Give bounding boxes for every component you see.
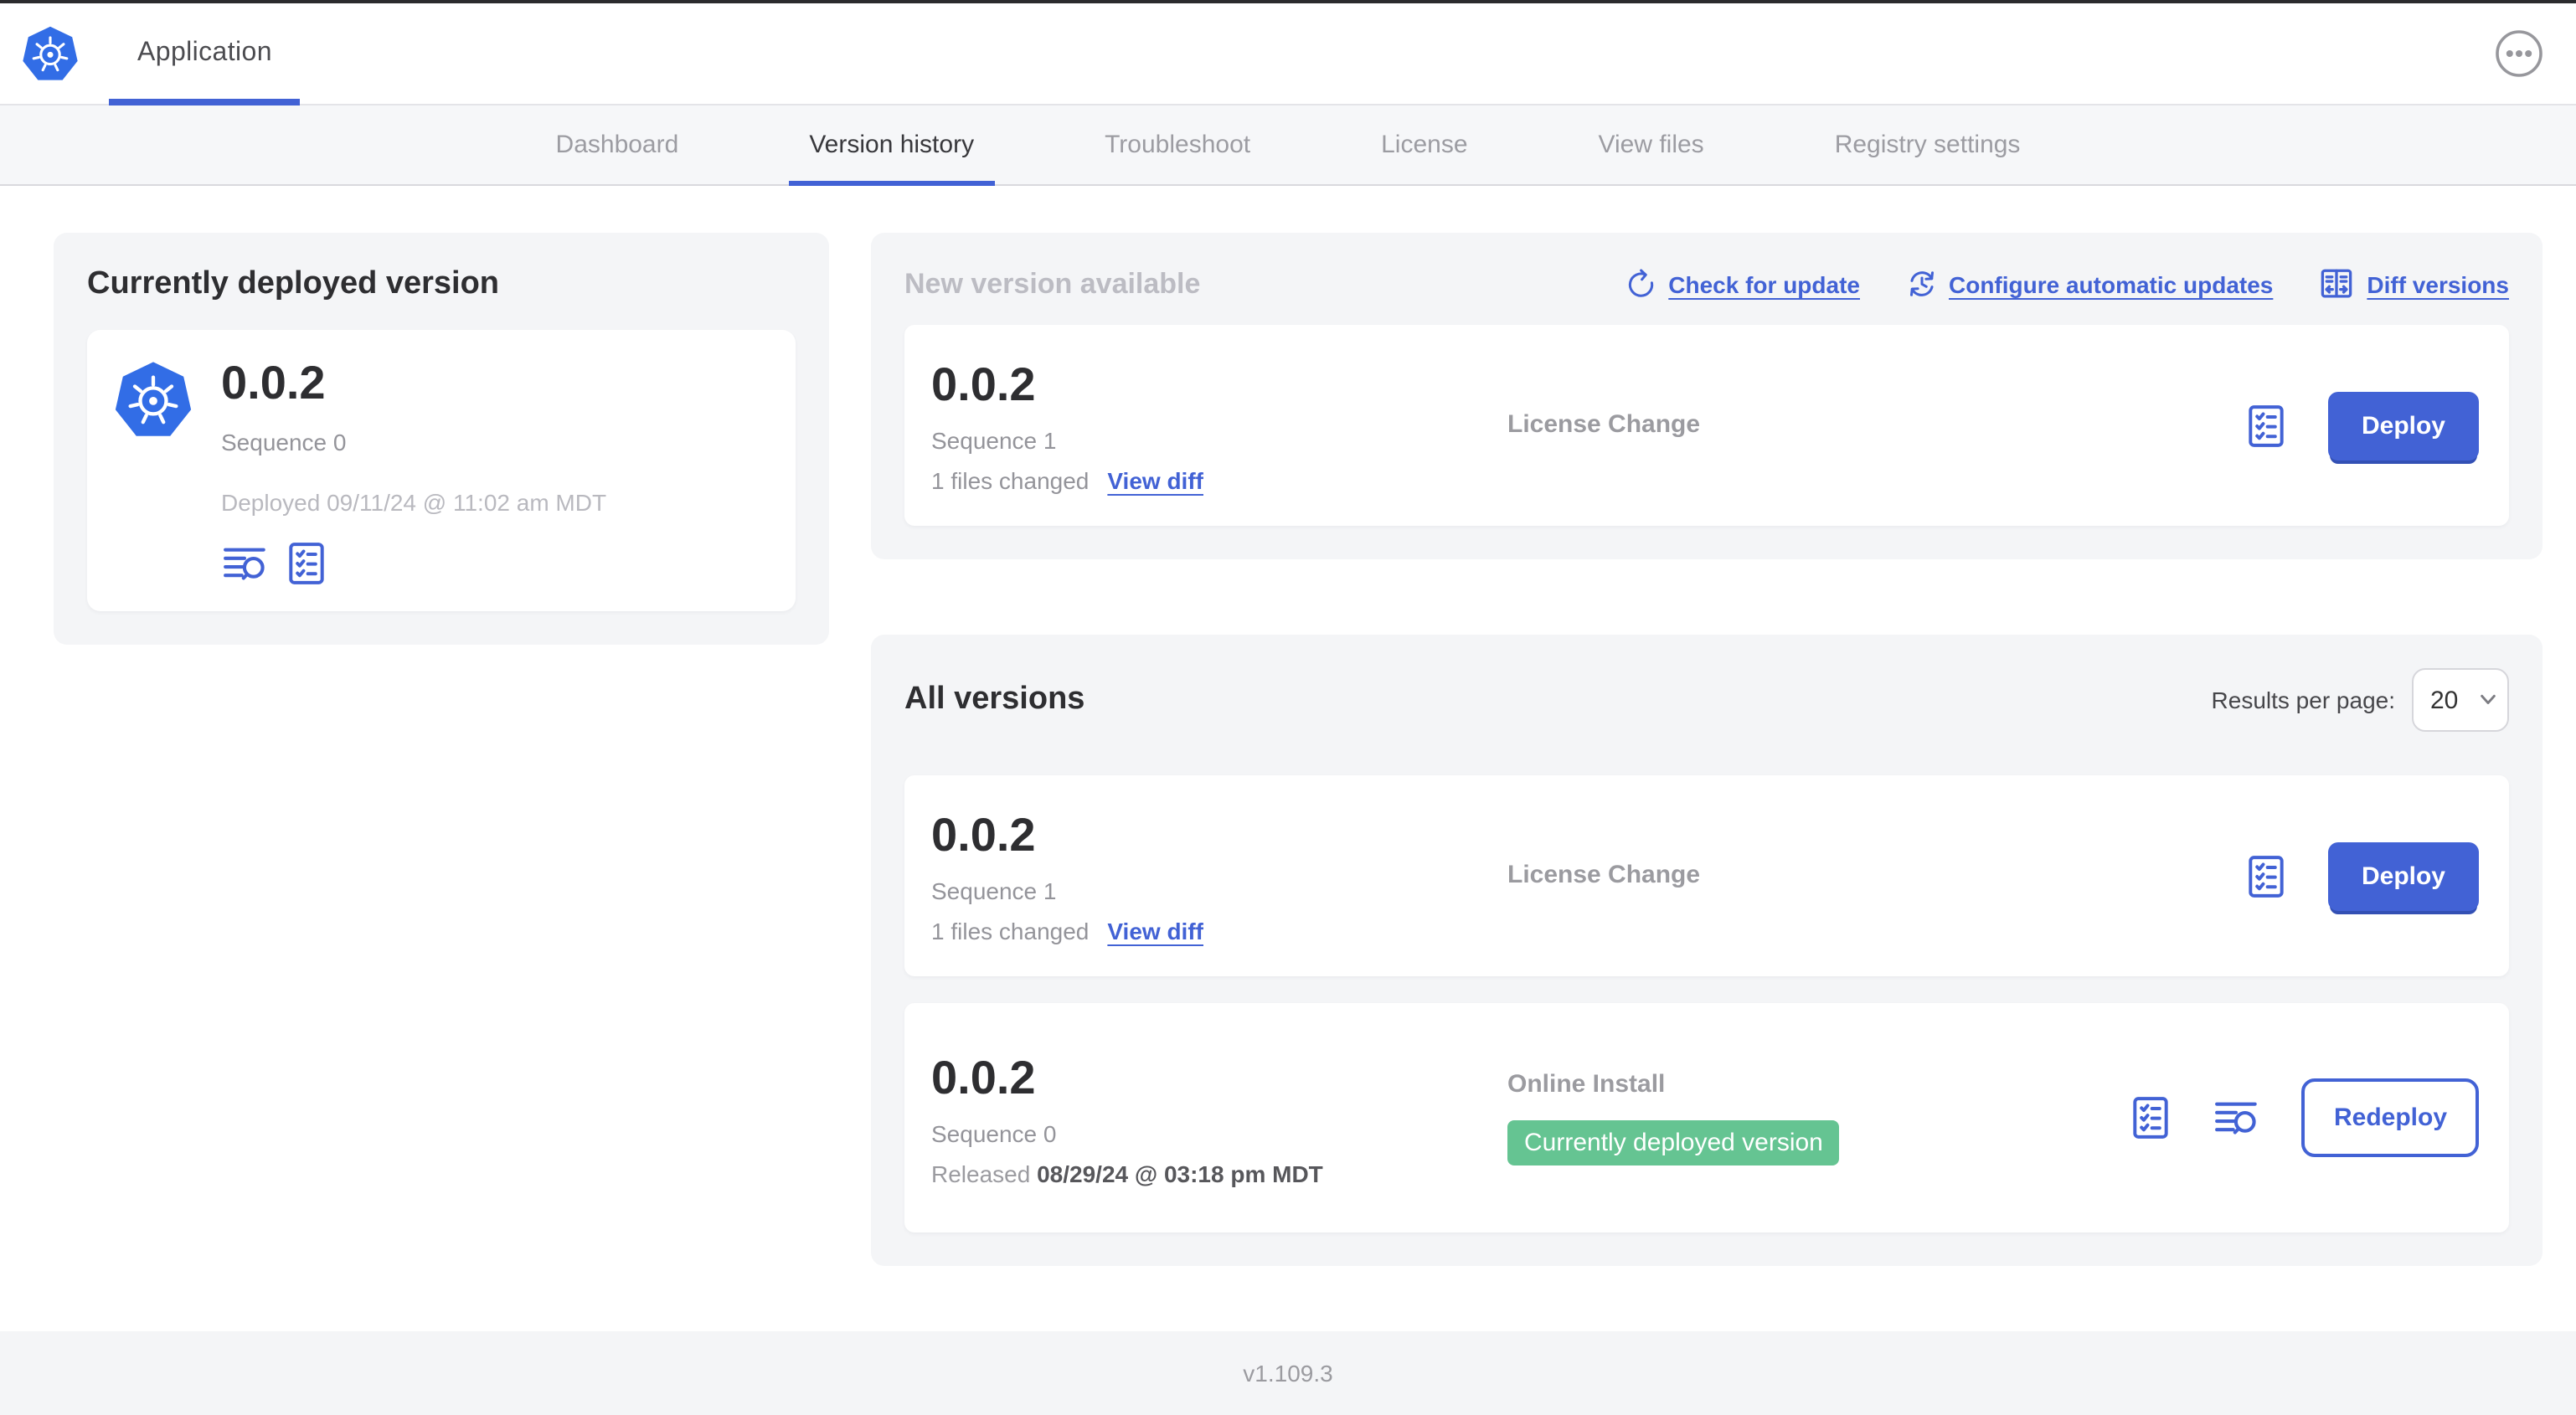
checklist-icon — [2249, 404, 2284, 446]
version-type-label: License Change — [1507, 410, 1701, 439]
kubernetes-app-icon — [115, 362, 192, 436]
tab-label: License — [1381, 131, 1468, 159]
version-type-label: License Change — [1507, 861, 1701, 889]
right-column: New version available Check for update C… — [871, 233, 2543, 1266]
check-for-update-label: Check for update — [1668, 270, 1860, 297]
new-version-card: 0.0.2 Sequence 1 1 files changed View di… — [904, 325, 2509, 526]
all-versions-header: All versions Results per page: 20 — [904, 668, 2509, 732]
diff-versions-label: Diff versions — [2367, 270, 2509, 297]
version-info: 0.0.2 Sequence 1 1 files changed View di… — [931, 807, 1507, 944]
kubernetes-logo-icon — [23, 26, 78, 80]
check-for-update-link[interactable]: Check for update — [1625, 268, 1860, 300]
checklist-icon — [2249, 855, 2284, 897]
secondary-nav: Dashboard Version history Troubleshoot L… — [0, 105, 2576, 186]
deployed-version-number: 0.0.2 — [221, 357, 326, 409]
preflight-checks-button[interactable] — [285, 541, 328, 586]
configure-automatic-updates-label: Configure automatic updates — [1949, 270, 2274, 297]
more-menu-button[interactable] — [2494, 28, 2544, 79]
version-type-column: License Change — [1507, 861, 2244, 891]
view-diff-link[interactable]: View diff — [1107, 467, 1203, 494]
version-list: 0.0.2 Sequence 1 1 files changed View di… — [904, 775, 2509, 1232]
version-actions: Deploy — [2244, 391, 2482, 460]
page-footer: v1.109.3 — [0, 1331, 2576, 1415]
tab-license[interactable]: License — [1361, 105, 1487, 184]
results-per-page-select[interactable]: 20 — [2412, 668, 2509, 732]
currently-deployed-badge: Currently deployed version — [1507, 1120, 1840, 1165]
diff-versions-link[interactable]: Diff versions — [2318, 266, 2509, 301]
currently-deployed-title: Currently deployed version — [87, 266, 500, 301]
diff-icon — [2321, 269, 2352, 298]
checklist-icon — [289, 543, 324, 584]
refresh-icon — [1629, 269, 1654, 297]
view-diff-link[interactable]: View diff — [1107, 918, 1203, 944]
files-changed: 1 files changed — [931, 467, 1090, 494]
console-version: v1.109.3 — [1243, 1360, 1333, 1387]
version-info: 0.0.2 Sequence 1 1 files changed View di… — [931, 357, 1507, 494]
currently-deployed-card: 0.0.2 Sequence 0 Deployed 09/11/24 @ 11:… — [87, 330, 796, 611]
deployed-actions — [221, 541, 606, 586]
tab-troubleshoot[interactable]: Troubleshoot — [1084, 105, 1270, 184]
new-version-header: New version available Check for update C… — [904, 266, 2509, 301]
version-row: 0.0.2 Sequence 0 Released 08/29/24 @ 03:… — [904, 1003, 2509, 1232]
version-type-column: Online Install Currently deployed versio… — [1507, 1070, 2130, 1165]
deploy-button[interactable]: Deploy — [2327, 391, 2479, 460]
tab-dashboard[interactable]: Dashboard — [536, 105, 699, 184]
results-per-page: Results per page: 20 — [2212, 668, 2509, 732]
view-deploy-logs-button[interactable] — [221, 541, 270, 586]
configure-automatic-updates-link[interactable]: Configure automatic updates — [1905, 268, 2273, 300]
tab-application[interactable]: Application — [109, 3, 301, 105]
tab-label: View files — [1598, 131, 1704, 159]
new-version-title: New version available — [904, 267, 1201, 299]
version-type-label: Online Install — [1507, 1070, 1666, 1099]
version-number: 0.0.2 — [931, 1051, 1036, 1103]
deployed-version-info: 0.0.2 Sequence 0 Deployed 09/11/24 @ 11:… — [221, 355, 606, 586]
tab-view-files[interactable]: View files — [1579, 105, 1724, 184]
released-date: 08/29/24 @ 03:18 pm MDT — [1037, 1160, 1323, 1186]
version-sequence: Sequence 1 — [931, 877, 1057, 904]
version-number: 0.0.2 — [931, 358, 1036, 410]
version-sequence: Sequence 0 — [931, 1119, 1057, 1146]
preflight-checks-button[interactable] — [2244, 853, 2288, 898]
version-sequence: Sequence 1 — [931, 427, 1057, 454]
version-actions: Deploy — [2244, 841, 2482, 910]
deploy-button[interactable]: Deploy — [2327, 841, 2479, 910]
tab-label: Troubleshoot — [1105, 131, 1251, 159]
page: Application Dashboard Version history Tr… — [0, 0, 2576, 1415]
released-label: Released — [931, 1160, 1031, 1186]
results-per-page-label: Results per page: — [2211, 687, 2395, 713]
view-deploy-logs-button[interactable] — [2213, 1096, 2262, 1140]
tab-registry-settings[interactable]: Registry settings — [1815, 105, 2041, 184]
deployed-timestamp: Deployed 09/11/24 @ 11:02 am MDT — [221, 489, 607, 516]
main-content: Currently deployed version 0.0.2 Sequenc… — [0, 186, 2576, 1331]
logs-icon — [224, 547, 265, 579]
tab-version-history[interactable]: Version history — [789, 105, 995, 186]
files-changed: 1 files changed — [931, 918, 1090, 944]
version-actions: Redeploy — [2130, 1078, 2482, 1157]
released-timestamp: Released 08/29/24 @ 03:18 pm MDT — [931, 1160, 1507, 1186]
currently-deployed-panel: Currently deployed version 0.0.2 Sequenc… — [54, 233, 829, 645]
version-row: 0.0.2 Sequence 1 1 files changed View di… — [904, 775, 2509, 976]
all-versions-panel: All versions Results per page: 20 0.0.2 … — [871, 635, 2543, 1266]
new-version-panel: New version available Check for update C… — [871, 233, 2543, 559]
tab-label: Version history — [809, 131, 975, 159]
deployed-sequence: Sequence 0 — [221, 429, 347, 455]
application-tab-label: Application — [137, 39, 272, 67]
update-links: Check for update Configure automatic upd… — [1625, 266, 2509, 301]
logs-icon — [2216, 1101, 2258, 1134]
version-type-column: License Change — [1507, 410, 2244, 440]
active-tab-indicator — [109, 99, 301, 105]
version-info: 0.0.2 Sequence 0 Released 08/29/24 @ 03:… — [931, 1049, 1507, 1186]
ellipsis-icon — [2496, 30, 2543, 77]
active-tab-indicator — [789, 181, 995, 186]
tab-label: Dashboard — [555, 131, 679, 159]
preflight-checks-button[interactable] — [2130, 1095, 2173, 1140]
checklist-icon — [2134, 1097, 2169, 1139]
redeploy-button[interactable]: Redeploy — [2301, 1078, 2479, 1157]
preflight-checks-button[interactable] — [2244, 403, 2288, 448]
app-header: Application — [0, 3, 2576, 105]
all-versions-title: All versions — [904, 682, 1085, 717]
auto-update-clock-icon — [1909, 271, 1934, 296]
tab-label: Registry settings — [1834, 131, 2021, 159]
version-number: 0.0.2 — [931, 809, 1036, 861]
